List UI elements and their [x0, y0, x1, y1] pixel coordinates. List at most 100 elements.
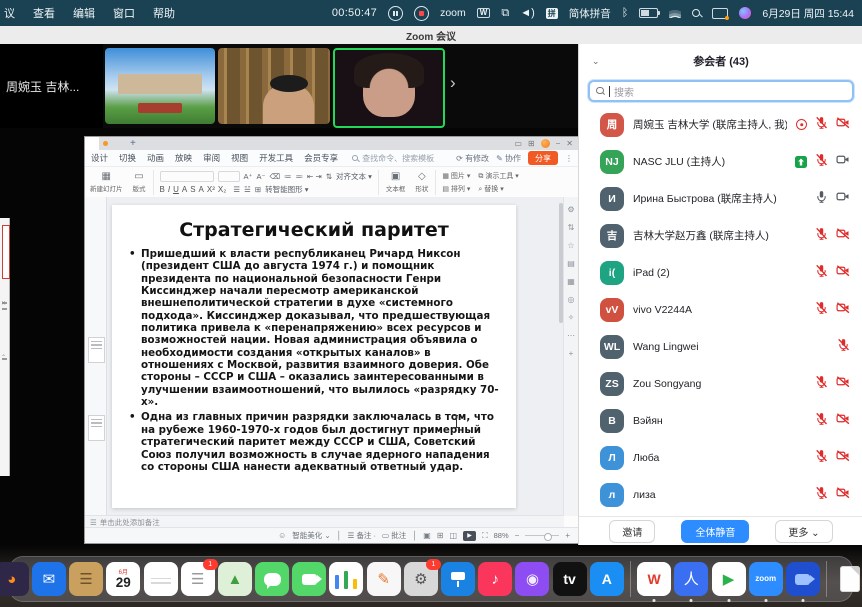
text-box-button[interactable]: ▣ 文本框	[381, 167, 411, 198]
dock-icon-mail[interactable]: ✉	[32, 562, 66, 596]
participant-row[interactable]: i(iPad (2)	[579, 254, 862, 291]
participant-row[interactable]: 周周婉玉 吉林大学 (联席主持人, 我)	[579, 106, 862, 143]
dock-icon-facetime[interactable]	[292, 562, 326, 596]
zoom-slider[interactable]	[525, 535, 559, 537]
more-button[interactable]: 更多 ⌄	[775, 520, 832, 543]
zoom-percent[interactable]: 88%	[494, 531, 509, 540]
menu-item-3[interactable]: 窗口	[113, 5, 135, 21]
mic-muted-icon[interactable]	[815, 116, 828, 134]
camera-off-icon[interactable]	[836, 486, 850, 504]
sorter-view-icon[interactable]: ⊞	[437, 531, 444, 540]
dock-icon-document-pen[interactable]: ✎	[367, 562, 401, 596]
gallery-icon[interactable]: ▦	[567, 277, 575, 286]
ribbon-tab-6[interactable]: 开发工具	[259, 152, 293, 164]
align-text-button[interactable]: 对齐文本 ▾	[336, 171, 372, 182]
mic-muted-icon[interactable]	[815, 375, 828, 393]
camera-off-icon[interactable]	[836, 301, 850, 319]
zoom-menubar-app[interactable]: zoom	[440, 7, 466, 19]
share-button[interactable]: 分享	[528, 151, 558, 165]
zoom-in-button[interactable]: +	[565, 531, 570, 540]
shape-button[interactable]: ◇ 形状	[410, 167, 433, 198]
add-icon[interactable]: +	[569, 349, 574, 358]
participant-row[interactable]: NJNASC JLU (主持人)	[579, 143, 862, 180]
ribbon-tab-3[interactable]: 放映	[175, 152, 192, 164]
account-avatar[interactable]	[541, 139, 550, 148]
mic-muted-icon[interactable]	[815, 227, 828, 245]
participant-row[interactable]: WLWang Lingwei	[579, 328, 862, 365]
mute-all-button[interactable]: 全体静音	[681, 520, 749, 543]
dock-icon-music[interactable]: ♪	[478, 562, 512, 596]
arrange-button[interactable]: ▤ 排列 ▾	[442, 184, 470, 194]
battery-icon[interactable]	[639, 8, 658, 18]
star-icon[interactable]: ☆	[567, 241, 574, 250]
more-icon[interactable]: ⋯	[567, 331, 575, 340]
slide-thumbnail-pane[interactable]	[85, 197, 107, 516]
camera-off-icon[interactable]	[836, 116, 850, 134]
dock-icon-zoom-app[interactable]: zoom	[749, 562, 783, 596]
new-slide-button[interactable]: ▦ 新建幻灯片	[85, 167, 128, 198]
camera-off-icon[interactable]	[836, 375, 850, 393]
collaborate-button[interactable]: ✎ 协作	[496, 153, 521, 164]
ime-name[interactable]: 简体拼音	[569, 6, 611, 21]
stop-recording-button[interactable]	[414, 6, 429, 21]
smart-graphic-button[interactable]: 转智能图形 ▾	[265, 184, 308, 195]
participant-row[interactable]: vVvivo V2244A	[579, 291, 862, 328]
frame-icon[interactable]: ✧	[568, 313, 575, 322]
format-mark-0[interactable]: B	[160, 185, 165, 194]
ime-badge-icon[interactable]: 拼	[546, 8, 558, 19]
volume-icon[interactable]: ◄)	[520, 8, 535, 19]
layers-icon[interactable]: ▤	[567, 259, 575, 268]
dock-icon-firefox[interactable]: ◕	[0, 562, 29, 596]
mic-muted-icon[interactable]	[837, 338, 850, 356]
format-mark-3[interactable]: A	[182, 185, 187, 194]
more-menu-icon[interactable]: ⋮	[565, 154, 573, 163]
participant-row[interactable]: ллиза	[579, 476, 862, 513]
format-mark-6[interactable]: X²	[207, 185, 215, 194]
mic-muted-icon[interactable]	[815, 264, 828, 282]
pause-recording-button[interactable]	[388, 6, 403, 21]
dock-icon-app-store[interactable]: A	[590, 562, 624, 596]
mic-muted-icon[interactable]	[815, 412, 828, 430]
indent-icons[interactable]: ⇤ ⇥	[307, 172, 322, 181]
control-center-icon[interactable]	[712, 8, 728, 19]
bullet-list-icon[interactable]: ≔	[284, 172, 292, 181]
collapse-panel-icon[interactable]: ⌄	[592, 56, 600, 67]
number-list-icon[interactable]: ≕	[296, 172, 304, 181]
ribbon-tab-2[interactable]: 动画	[147, 152, 164, 164]
format-mark-2[interactable]: U	[173, 185, 179, 194]
menu-item-0[interactable]: 议	[4, 5, 15, 21]
wps-menubar-icon[interactable]: W	[477, 8, 491, 18]
replace-button[interactable]: ⌕ 替换 ▾	[478, 184, 518, 194]
align-left-icon[interactable]: ☰	[233, 185, 240, 194]
fit-icon[interactable]: ⛶	[482, 531, 488, 541]
format-mark-5[interactable]: A	[199, 185, 204, 194]
dock-icon-messages[interactable]	[255, 562, 289, 596]
ribbon-tab-4[interactable]: 审阅	[203, 152, 220, 164]
dock-icon-podcasts[interactable]: ◉	[515, 562, 549, 596]
mic-muted-icon[interactable]	[815, 486, 828, 504]
transitions-icon[interactable]: ⇅	[568, 223, 575, 232]
format-mark-1[interactable]: I	[168, 185, 170, 194]
dock-icon-calendar[interactable]: 6月29	[106, 562, 140, 596]
table-icon[interactable]: ⊞	[255, 185, 261, 194]
modified-status[interactable]: ⟳ 有修改	[456, 153, 489, 164]
clear-format-icon[interactable]: ⌫	[269, 172, 280, 181]
view-mode-icon[interactable]: ▭	[514, 139, 522, 148]
dock-icon-notes[interactable]	[144, 562, 178, 596]
menubar-datetime[interactable]: 6月29日 周四 15:44	[762, 6, 854, 21]
close-button[interactable]: ✕	[566, 139, 573, 148]
slide-thumbnail[interactable]	[88, 415, 105, 441]
dock-icon-blue-video-app[interactable]	[786, 562, 820, 596]
camera-off-icon[interactable]	[836, 227, 850, 245]
participant-row[interactable]: ZSZou Songyang	[579, 365, 862, 402]
beautify-button[interactable]: 智能美化 ⌄	[292, 530, 330, 541]
mic-muted-icon[interactable]	[815, 301, 828, 319]
comments-toggle[interactable]: ▭ 批注	[382, 530, 406, 541]
command-search[interactable]: 查找命令、搜索模板	[352, 153, 434, 164]
participant-row[interactable]: ИИрина Быстрова (联席主持人)	[579, 180, 862, 217]
mic-muted-icon[interactable]	[815, 449, 828, 467]
video-tile-woman[interactable]	[333, 48, 445, 128]
camera-on-icon[interactable]	[836, 153, 850, 171]
mic-on-icon[interactable]	[815, 190, 828, 208]
line-spacing-icon[interactable]: ⇅	[326, 172, 332, 181]
